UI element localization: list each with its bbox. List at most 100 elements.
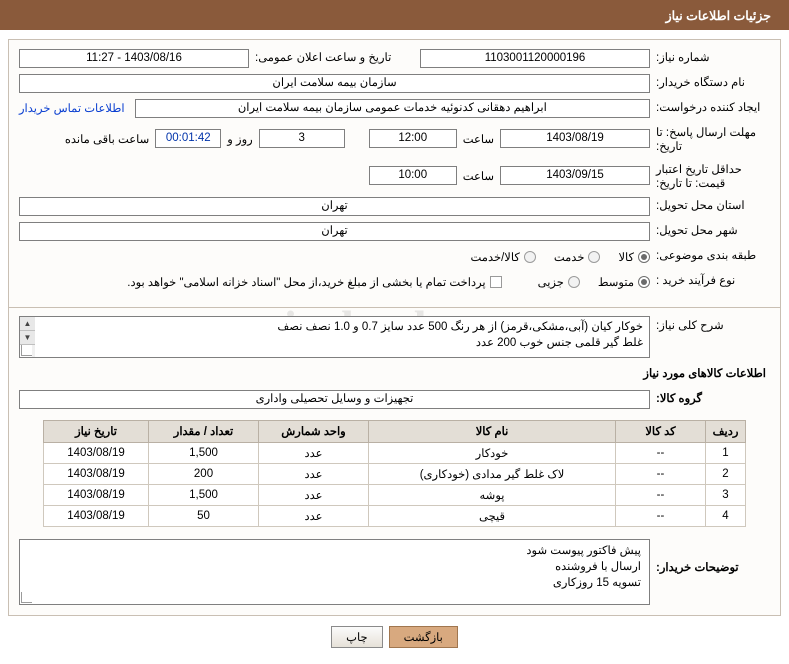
buyer-note-line-2: ارسال با فروشنده xyxy=(555,560,641,573)
need-number-label: شماره نیاز: xyxy=(656,51,710,64)
description-label: شرح کلی نیاز: xyxy=(656,319,724,332)
details-card: شماره نیاز: 1103001120000196 تاریخ و ساع… xyxy=(8,39,781,616)
subject-option-kala-khedmat[interactable]: کالا/خدمت xyxy=(471,250,536,264)
row-price-validity: حداقل تاریخ اعتبار قیمت: تا تاریخ: 1403/… xyxy=(19,160,770,192)
cell-code: -- xyxy=(615,462,706,485)
cell-name: خودکار xyxy=(368,441,616,464)
description-textarea[interactable]: ▲ ▼ خوکار کیان (آبی،مشکی،قرمز) از هر رنگ… xyxy=(19,315,650,358)
goods-section-title: اطلاعات کالاهای مورد نیاز xyxy=(643,367,766,380)
row-subject-classification: طبقه بندی موضوعی: کالا خدمت کالا/خدمت xyxy=(19,247,770,267)
buyer-note-line-1: پیش فاکتور پیوست شود xyxy=(526,544,641,557)
cell-name: قیچی xyxy=(368,504,616,527)
cell-unit: عدد xyxy=(258,483,369,506)
process-option-jozei[interactable]: جزیی xyxy=(538,275,580,289)
radio-icon-selected[interactable] xyxy=(638,275,650,288)
goods-table-wrapper: ردیف کد کالا نام کالا واحد شمارش تعداد /… xyxy=(43,419,746,527)
deadline-date-value: 1403/08/19 xyxy=(500,129,650,149)
cell-index: 1 xyxy=(705,441,746,464)
requester-value: ابراهیم دهقانی کدنوئیه خدمات عمومی سازما… xyxy=(134,98,650,118)
buyer-org-label: نام دستگاه خریدار: xyxy=(656,76,745,89)
radio-icon[interactable] xyxy=(567,275,580,288)
row-city: شهر محل تحویل: تهران xyxy=(19,222,770,242)
cell-index: 3 xyxy=(705,483,746,506)
description-row: شرح کلی نیاز: ▲ ▼ خوکار کیان (آبی،مشکی،ق… xyxy=(19,315,770,358)
page-root: جزئیات اطلاعات نیاز aritaleedar.net شمار… xyxy=(0,0,789,664)
buyer-note-line-3: تسویه 15 روزکاری xyxy=(552,576,641,589)
subject-option-kala-khedmat-label: کالا/خدمت xyxy=(470,251,520,264)
cell-date: 1403/08/19 xyxy=(43,441,149,464)
subject-option-khedmat[interactable]: خدمت xyxy=(554,250,601,264)
subject-option-khedmat-label: خدمت xyxy=(553,251,585,264)
row-province: استان محل تحویل: تهران xyxy=(19,197,770,217)
row-process-type: نوع فرآیند خرید : متوسط جزیی پرداخت تمام… xyxy=(19,272,770,292)
cell-code: -- xyxy=(615,441,706,464)
buyer-org-value: سازمان بیمه سلامت ایران xyxy=(19,73,650,93)
radio-icon[interactable] xyxy=(523,250,536,263)
deadline-label: مهلت ارسال پاسخ: تا تاریخ: xyxy=(656,127,757,154)
radio-icon[interactable] xyxy=(588,250,601,263)
cell-qty: 1,500 xyxy=(148,483,259,506)
goods-table: ردیف کد کالا نام کالا واحد شمارش تعداد /… xyxy=(43,419,746,527)
goods-group-value: تجهیزات و وسایل تحصیلی واداری xyxy=(19,390,650,409)
cell-code: -- xyxy=(615,504,706,527)
cell-date: 1403/08/19 xyxy=(43,462,149,485)
table-header-row: ردیف کد کالا نام کالا واحد شمارش تعداد /… xyxy=(43,419,746,443)
table-row: 4 -- قیچی عدد 50 1403/08/19 xyxy=(43,504,746,527)
resize-handle-icon[interactable] xyxy=(20,591,32,604)
page-title: جزئیات اطلاعات نیاز xyxy=(665,8,771,23)
cell-code: -- xyxy=(615,483,706,506)
cell-qty: 50 xyxy=(148,504,259,527)
scroll-up-arrow-icon[interactable]: ▲ xyxy=(20,316,35,331)
announce-date-value: 1403/08/16 - 11:27 xyxy=(19,48,249,68)
table-row: 2 -- لاک غلط گیر مدادی (خودکاری) عدد 200… xyxy=(43,462,746,485)
description-line-1: خوکار کیان (آبی،مشکی،قرمز) از هر رنگ 500… xyxy=(277,320,643,333)
page-title-bar: جزئیات اطلاعات نیاز xyxy=(0,0,789,30)
remaining-days-value: 3 xyxy=(258,129,345,149)
resize-handle-icon[interactable] xyxy=(20,344,32,357)
payment-note-label: پرداخت تمام یا بخشی از مبلغ خرید،از محل … xyxy=(127,276,486,289)
cell-qty: 200 xyxy=(148,462,259,485)
radio-icon-selected[interactable] xyxy=(638,250,650,263)
cell-name: پوشه xyxy=(368,483,616,506)
deadline-time-value: 12:00 xyxy=(368,129,457,149)
buyer-contact-link[interactable]: اطلاعات تماس خریدار xyxy=(19,101,125,115)
price-valid-label: حداقل تاریخ اعتبار قیمت: تا تاریخ: xyxy=(656,163,742,191)
process-option-jozei-label: جزیی xyxy=(537,276,564,289)
remaining-hours-label: ساعت باقی مانده xyxy=(64,133,150,146)
buyer-notes-textarea[interactable]: پیش فاکتور پیوست شود ارسال با فروشنده تس… xyxy=(19,538,650,605)
general-info-section: شماره نیاز: 1103001120000196 تاریخ و ساع… xyxy=(9,40,780,307)
process-option-motevasset-label: متوسط xyxy=(597,276,634,289)
cell-unit: عدد xyxy=(258,504,369,527)
col-date: تاریخ نیاز xyxy=(43,419,149,443)
requester-label: ایجاد کننده درخواست: xyxy=(656,101,761,114)
footer-buttons: بازگشت چاپ xyxy=(0,625,789,648)
process-option-motevasset[interactable]: متوسط xyxy=(598,275,650,289)
row-goods-group: گروه کالا: تجهیزات و وسایل تحصیلی واداری xyxy=(19,390,770,410)
deadline-hour-label: ساعت xyxy=(462,133,494,146)
province-value: تهران xyxy=(19,197,650,216)
checkbox-icon[interactable] xyxy=(489,275,502,288)
subject-option-kala-label: کالا xyxy=(618,251,634,264)
scroll-down-arrow-icon[interactable]: ▼ xyxy=(20,330,35,345)
row-buyer-org: نام دستگاه خریدار: سازمان بیمه سلامت ایر… xyxy=(19,73,770,93)
price-valid-hour-label: ساعت xyxy=(462,170,494,183)
subject-label: طبقه بندی موضوعی: xyxy=(656,250,757,263)
cell-unit: عدد xyxy=(258,462,369,485)
buyer-notes-label: توضیحات خریدار: xyxy=(656,561,739,574)
payment-note-checkbox-item[interactable]: پرداخت تمام یا بخشی از مبلغ خرید،از محل … xyxy=(127,275,502,289)
goods-table-body: 1 -- خودکار عدد 1,500 1403/08/19 2 -- لا… xyxy=(43,441,746,527)
province-label: استان محل تحویل: xyxy=(656,200,745,213)
cell-index: 2 xyxy=(705,462,746,485)
goods-group-label: گروه کالا: xyxy=(656,393,702,406)
back-button[interactable]: بازگشت xyxy=(388,625,458,648)
cell-date: 1403/08/19 xyxy=(43,504,149,527)
table-row: 3 -- پوشه عدد 1,500 1403/08/19 xyxy=(43,483,746,506)
print-button[interactable]: چاپ xyxy=(331,625,383,648)
row-requester: ایجاد کننده درخواست: ابراهیم دهقانی کدنو… xyxy=(19,98,770,118)
row-deadline: مهلت ارسال پاسخ: تا تاریخ: 1403/08/19 سا… xyxy=(19,123,770,155)
price-valid-time-value: 10:00 xyxy=(368,166,457,186)
price-valid-date-value: 1403/09/15 xyxy=(500,166,650,186)
process-label: نوع فرآیند خرید : xyxy=(656,275,736,288)
remaining-timer: 00:01:42 xyxy=(155,129,222,149)
subject-option-kala[interactable]: کالا xyxy=(618,250,650,264)
